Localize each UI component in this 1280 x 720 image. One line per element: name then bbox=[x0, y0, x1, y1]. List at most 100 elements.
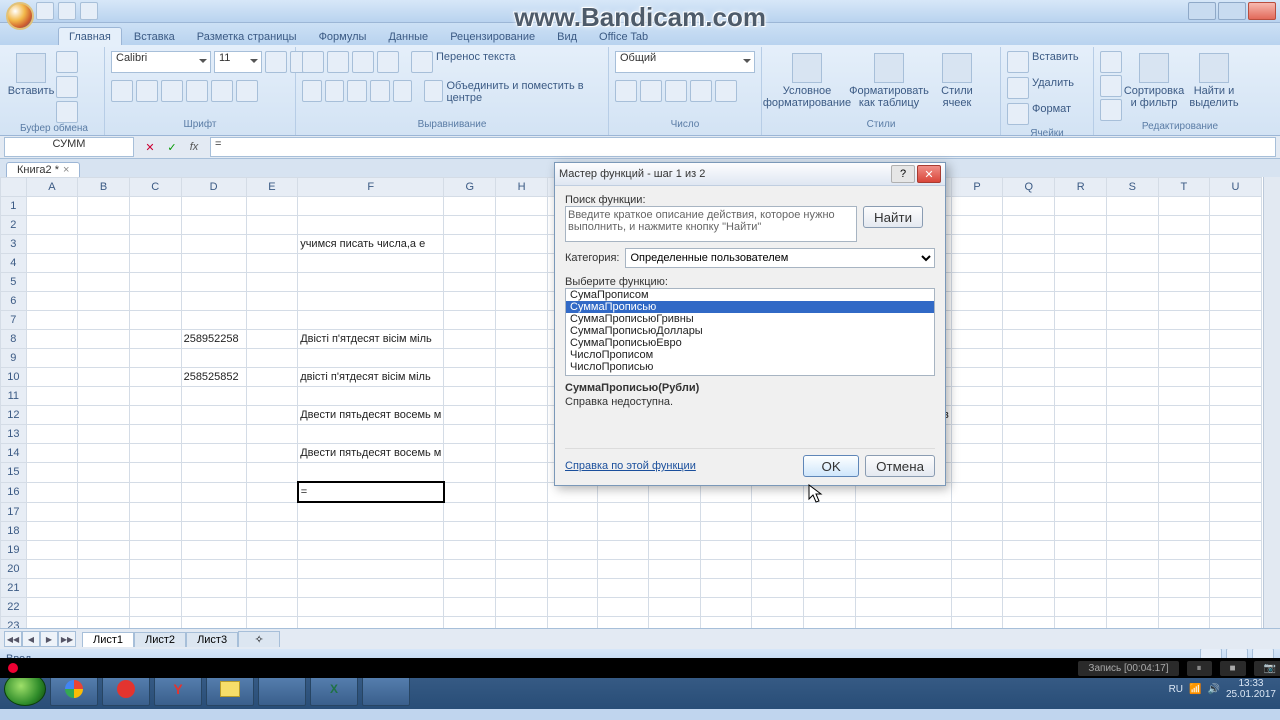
cell-J18[interactable] bbox=[598, 522, 649, 541]
cell-S3[interactable] bbox=[1107, 235, 1159, 254]
cell-G1[interactable] bbox=[444, 197, 496, 216]
find-button[interactable]: Найти bbox=[863, 206, 923, 228]
cell-F13[interactable] bbox=[298, 425, 444, 444]
cell-O17[interactable] bbox=[856, 502, 952, 522]
cell-P5[interactable] bbox=[951, 273, 1003, 292]
cell-D15[interactable] bbox=[181, 463, 246, 483]
cell-D17[interactable] bbox=[181, 502, 246, 522]
cell-F8[interactable]: Двісті п'ятдесят вісім міль bbox=[298, 330, 444, 349]
cell-U10[interactable] bbox=[1210, 368, 1262, 387]
cell-E14[interactable] bbox=[246, 444, 298, 463]
cell-P20[interactable] bbox=[951, 560, 1003, 579]
cell-O19[interactable] bbox=[856, 541, 952, 560]
cell-E18[interactable] bbox=[246, 522, 298, 541]
cell-H3[interactable] bbox=[496, 235, 548, 254]
cell-C11[interactable] bbox=[129, 387, 181, 406]
cell-P4[interactable] bbox=[951, 254, 1003, 273]
cell-D7[interactable] bbox=[181, 311, 246, 330]
cell-E17[interactable] bbox=[246, 502, 298, 522]
cell-B7[interactable] bbox=[78, 311, 130, 330]
sheet-nav-next-icon[interactable]: ▶ bbox=[40, 631, 58, 647]
cell-E7[interactable] bbox=[246, 311, 298, 330]
cell-E1[interactable] bbox=[246, 197, 298, 216]
border-icon[interactable] bbox=[186, 80, 208, 102]
cell-R12[interactable] bbox=[1055, 406, 1107, 425]
cell-D12[interactable] bbox=[181, 406, 246, 425]
wrap-text-icon[interactable] bbox=[411, 51, 433, 73]
cell-S17[interactable] bbox=[1107, 502, 1159, 522]
cell-F18[interactable] bbox=[298, 522, 444, 541]
record-stop-icon[interactable]: ■ bbox=[1220, 661, 1246, 676]
cell-D22[interactable] bbox=[181, 598, 246, 617]
cell-F9[interactable] bbox=[298, 349, 444, 368]
cell-F2[interactable] bbox=[298, 216, 444, 235]
tray-lang[interactable]: RU bbox=[1169, 684, 1183, 695]
cell-U16[interactable] bbox=[1210, 482, 1262, 502]
tray-network-icon[interactable]: 📶 bbox=[1189, 684, 1201, 695]
cell-A22[interactable] bbox=[26, 598, 78, 617]
cell-Q15[interactable] bbox=[1003, 463, 1055, 483]
cell-P10[interactable] bbox=[951, 368, 1003, 387]
cell-R14[interactable] bbox=[1055, 444, 1107, 463]
cell-T8[interactable] bbox=[1158, 330, 1209, 349]
cell-Q8[interactable] bbox=[1003, 330, 1055, 349]
cell-H16[interactable] bbox=[496, 482, 548, 502]
cell-A13[interactable] bbox=[26, 425, 78, 444]
cell-D13[interactable] bbox=[181, 425, 246, 444]
align-middle-icon[interactable] bbox=[327, 51, 349, 73]
cell-N17[interactable] bbox=[804, 502, 856, 522]
cell-E12[interactable] bbox=[246, 406, 298, 425]
dec-decimal-icon[interactable] bbox=[715, 80, 737, 102]
cell-G9[interactable] bbox=[444, 349, 496, 368]
function-item[interactable]: ЧислоПрописью bbox=[566, 361, 934, 373]
fill-icon[interactable] bbox=[1100, 75, 1122, 97]
cell-T7[interactable] bbox=[1158, 311, 1209, 330]
cell-R9[interactable] bbox=[1055, 349, 1107, 368]
cell-H20[interactable] bbox=[496, 560, 548, 579]
cell-C13[interactable] bbox=[129, 425, 181, 444]
cell-D16[interactable] bbox=[181, 482, 246, 502]
enter-formula-icon[interactable]: ✓ bbox=[162, 137, 182, 157]
cell-H17[interactable] bbox=[496, 502, 548, 522]
cell-P22[interactable] bbox=[951, 598, 1003, 617]
cell-G18[interactable] bbox=[444, 522, 496, 541]
cell-G8[interactable] bbox=[444, 330, 496, 349]
cell-Q11[interactable] bbox=[1003, 387, 1055, 406]
cell-U12[interactable] bbox=[1210, 406, 1262, 425]
cell-A15[interactable] bbox=[26, 463, 78, 483]
cell-T6[interactable] bbox=[1158, 292, 1209, 311]
cell-C1[interactable] bbox=[129, 197, 181, 216]
cell-I19[interactable] bbox=[548, 541, 598, 560]
cell-A17[interactable] bbox=[26, 502, 78, 522]
cell-B11[interactable] bbox=[78, 387, 130, 406]
cell-L21[interactable] bbox=[701, 579, 752, 598]
cell-M18[interactable] bbox=[752, 522, 804, 541]
sheet-nav-last-icon[interactable]: ▶▶ bbox=[58, 631, 76, 647]
close-button[interactable] bbox=[1248, 2, 1276, 20]
cell-Q9[interactable] bbox=[1003, 349, 1055, 368]
cell-S18[interactable] bbox=[1107, 522, 1159, 541]
bold-icon[interactable] bbox=[111, 80, 133, 102]
cell-R1[interactable] bbox=[1055, 197, 1107, 216]
tab-layout[interactable]: Разметка страницы bbox=[187, 28, 307, 45]
cell-G7[interactable] bbox=[444, 311, 496, 330]
cell-G20[interactable] bbox=[444, 560, 496, 579]
cell-B12[interactable] bbox=[78, 406, 130, 425]
cell-T17[interactable] bbox=[1158, 502, 1209, 522]
cell-M22[interactable] bbox=[752, 598, 804, 617]
cell-F10[interactable]: двісті п'ятдесят вісім міль bbox=[298, 368, 444, 387]
cell-H8[interactable] bbox=[496, 330, 548, 349]
cell-E9[interactable] bbox=[246, 349, 298, 368]
cell-S16[interactable] bbox=[1107, 482, 1159, 502]
cell-M21[interactable] bbox=[752, 579, 804, 598]
cell-K21[interactable] bbox=[649, 579, 701, 598]
cell-B4[interactable] bbox=[78, 254, 130, 273]
cell-U4[interactable] bbox=[1210, 254, 1262, 273]
cell-B21[interactable] bbox=[78, 579, 130, 598]
cell-P21[interactable] bbox=[951, 579, 1003, 598]
cell-T16[interactable] bbox=[1158, 482, 1209, 502]
format-as-table-button[interactable]: Форматироватькак таблицу bbox=[850, 51, 928, 115]
cell-A16[interactable] bbox=[26, 482, 78, 502]
system-tray[interactable]: RU 📶 🔊 13:33 25.01.2017 bbox=[1169, 678, 1276, 700]
cell-S22[interactable] bbox=[1107, 598, 1159, 617]
